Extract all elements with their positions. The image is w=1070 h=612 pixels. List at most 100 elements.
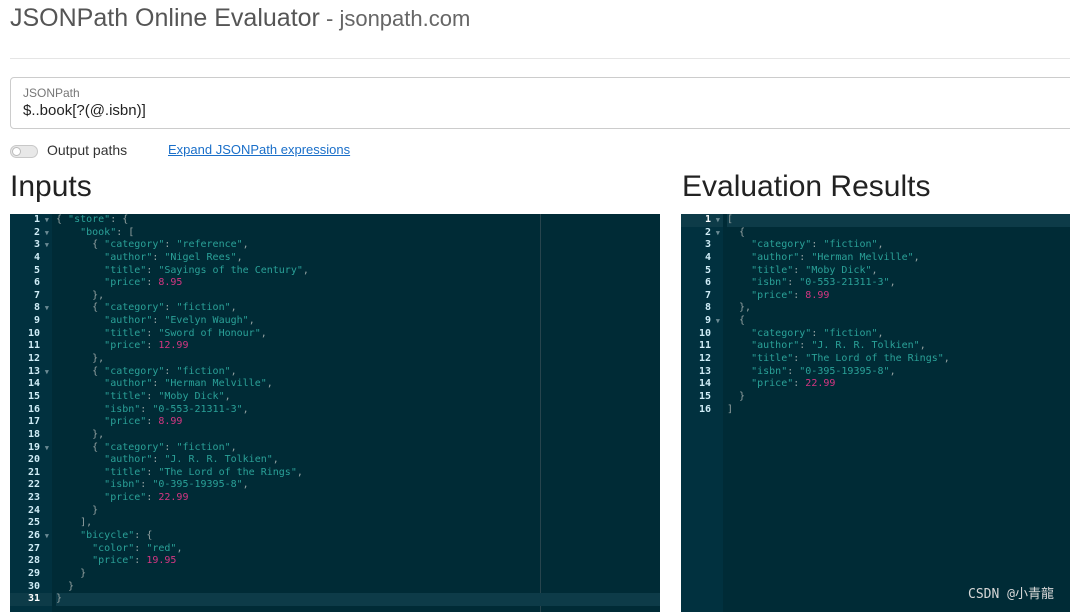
json-string: "reference": [176, 239, 243, 251]
line-number: 6: [681, 277, 723, 290]
json-punctuation: :: [164, 239, 177, 251]
fold-arrow-icon[interactable]: ▼: [716, 214, 720, 227]
json-punctuation: ]: [727, 403, 734, 415]
fold-arrow-icon[interactable]: ▼: [45, 530, 49, 543]
json-punctuation: },: [56, 353, 105, 365]
line-number-text: 2: [33, 226, 40, 238]
line-number: 17: [10, 416, 52, 429]
line-number: 11: [10, 340, 52, 353]
code-line: {: [727, 227, 1070, 240]
expand-jsonpath-link[interactable]: Expand JSONPath expressions: [168, 142, 350, 157]
fold-arrow-icon[interactable]: ▼: [45, 302, 49, 315]
results-code[interactable]: [ { "category": "fiction", "author": "He…: [727, 214, 1070, 416]
line-number-text: 22: [27, 479, 40, 491]
line-number: 3: [681, 239, 723, 252]
json-punctuation: ,: [913, 251, 920, 263]
json-punctuation: [56, 391, 104, 402]
json-key: "author": [104, 315, 153, 327]
json-number: 19.95: [146, 555, 177, 567]
json-punctuation: :: [140, 403, 153, 415]
inputs-editor[interactable]: 1 ▼ 2 ▼ 3 ▼ 4 5 6 7 8 ▼ 9 10 11 12 13 ▼ 14 15 16 17 18 19 ▼ 20 21 2…: [10, 214, 660, 612]
json-punctuation: [727, 290, 751, 301]
line-number: 31: [10, 593, 52, 606]
code-line: "price": 22.99: [56, 492, 660, 505]
code-line: "isbn": "0-553-21311-3",: [56, 404, 660, 417]
json-punctuation: ,: [176, 542, 183, 554]
fold-arrow-icon[interactable]: ▼: [716, 227, 720, 240]
fold-arrow-icon[interactable]: ▼: [716, 315, 720, 328]
line-number: 8: [681, 302, 723, 315]
json-string: "0-553-21311-3": [799, 277, 890, 289]
json-string: "The Lord of the Rings": [158, 466, 297, 478]
line-number: 4: [10, 252, 52, 265]
json-punctuation: ,: [296, 466, 303, 478]
json-punctuation: :: [799, 251, 812, 263]
fold-arrow-icon[interactable]: ▼: [45, 239, 49, 252]
line-number-text: 3: [704, 239, 711, 251]
code-line: "category": "fiction",: [727, 328, 1070, 341]
code-line: "book": [: [56, 227, 660, 240]
json-punctuation: : {: [134, 530, 153, 542]
json-string: "Moby Dick": [805, 264, 872, 276]
json-key: "isbn": [751, 277, 788, 289]
inputs-title: Inputs: [10, 170, 92, 203]
line-number-text: 25: [27, 517, 40, 529]
page-header: JSONPath Online Evaluator - jsonpath.com: [10, 4, 470, 44]
line-number: 14: [681, 378, 723, 391]
code-line: }: [56, 505, 660, 518]
json-punctuation: :: [799, 340, 812, 352]
json-number: 8.99: [805, 289, 830, 301]
code-line: "price": 19.95: [56, 555, 660, 568]
fold-arrow-icon[interactable]: ▼: [45, 214, 49, 227]
line-number-text: 10: [27, 327, 40, 339]
output-paths-toggle[interactable]: [10, 145, 38, 158]
inputs-code[interactable]: { "store": { "book": [ { "category": "re…: [56, 214, 660, 606]
code-line: "title": "Sword of Honour",: [56, 328, 660, 341]
line-number-text: 3: [33, 239, 40, 251]
line-number-text: 29: [27, 567, 40, 579]
line-number: 14: [10, 378, 52, 391]
json-punctuation: [56, 277, 104, 288]
json-string: "Evelyn Waugh": [164, 315, 249, 327]
json-punctuation: [727, 239, 751, 250]
line-number: 3 ▼: [10, 239, 52, 252]
fold-arrow-icon[interactable]: ▼: [45, 366, 49, 379]
fold-arrow-icon[interactable]: ▼: [45, 227, 49, 240]
results-editor[interactable]: 1 ▼ 2 ▼ 3 4 5 6 7 8 9 ▼ 10 11 12 13 14 15 16 [ { "category…: [681, 214, 1070, 612]
line-number-text: 27: [27, 542, 40, 554]
code-line: },: [56, 290, 660, 303]
line-number: 10: [10, 328, 52, 341]
code-line: { "category": "fiction",: [56, 442, 660, 455]
line-number: 8 ▼: [10, 302, 52, 315]
json-punctuation: },: [56, 289, 105, 301]
json-punctuation: ,: [919, 340, 926, 352]
json-string: "Sayings of the Century": [158, 264, 303, 276]
line-number-text: 12: [27, 353, 40, 365]
json-punctuation: ,: [242, 479, 249, 491]
code-line: "isbn": "0-553-21311-3",: [727, 277, 1070, 290]
fold-arrow-icon[interactable]: ▼: [45, 442, 49, 455]
json-punctuation: :: [787, 277, 800, 289]
jsonpath-input[interactable]: [23, 102, 923, 119]
json-punctuation: :: [164, 365, 177, 377]
inputs-gutter: 1 ▼ 2 ▼ 3 ▼ 4 5 6 7 8 ▼ 9 10 11 12 13 ▼ 14 15 16 17 18 19 ▼ 20 21 2…: [10, 214, 52, 612]
line-number-text: 23: [27, 492, 40, 504]
line-number: 15: [10, 391, 52, 404]
code-line: ],: [56, 517, 660, 530]
json-punctuation: ,: [248, 315, 255, 327]
json-string: "Nigel Rees": [164, 251, 237, 263]
line-number: 23: [10, 492, 52, 505]
json-punctuation: [727, 340, 751, 351]
json-string: "J. R. R. Tolkien": [164, 454, 273, 466]
watermark: CSDN @小青龍: [968, 587, 1054, 603]
jsonpath-field[interactable]: JSONPath: [10, 77, 1070, 129]
json-punctuation: [56, 315, 104, 326]
json-key: "author": [751, 251, 800, 263]
line-number: 6: [10, 277, 52, 290]
json-punctuation: :: [793, 353, 806, 365]
json-key: "category": [104, 239, 165, 251]
json-punctuation: [727, 265, 751, 276]
toggle-knob: [12, 147, 21, 156]
json-number: 8.95: [158, 277, 183, 289]
json-string: "Herman Melville": [164, 378, 267, 390]
